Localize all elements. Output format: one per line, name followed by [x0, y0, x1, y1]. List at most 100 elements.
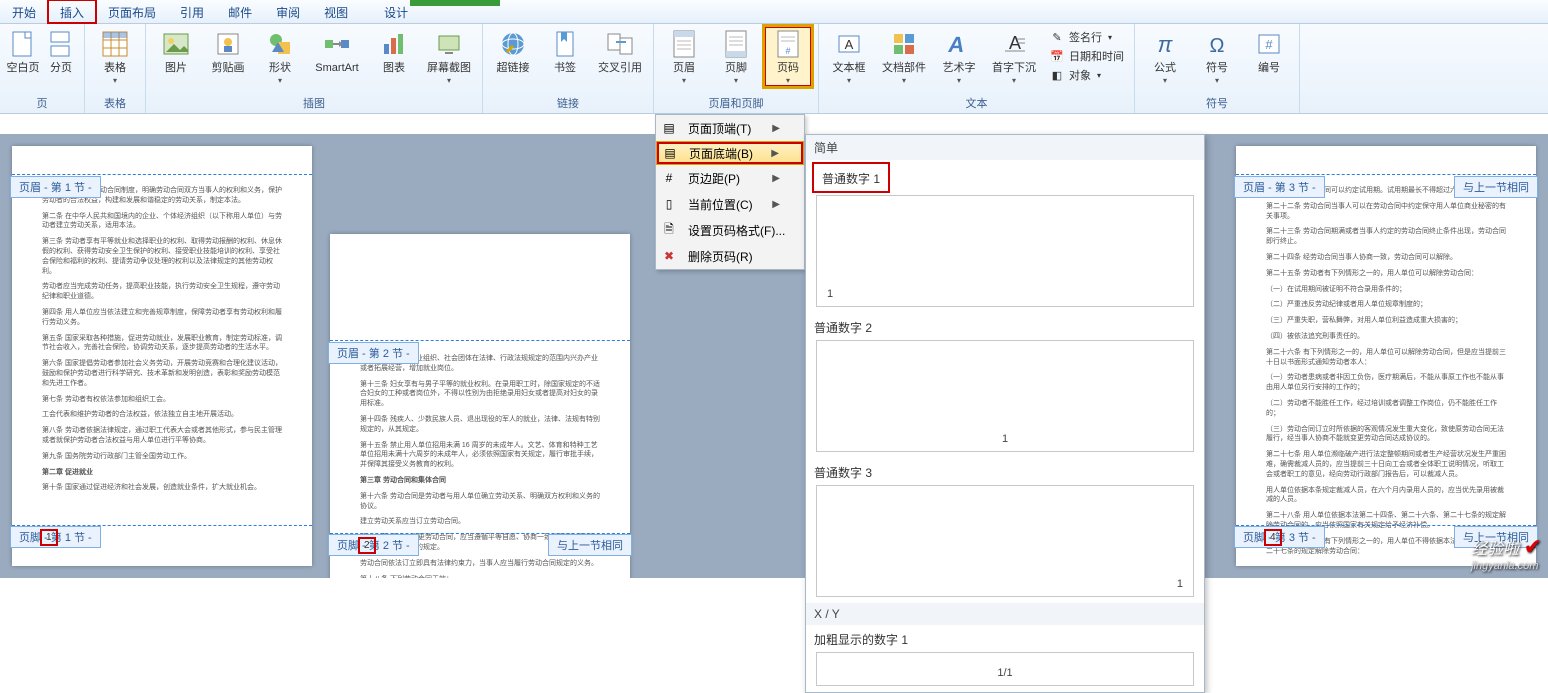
group-links: 超链接 书签 交叉引用 链接: [483, 24, 654, 113]
smartart-icon: [321, 28, 353, 60]
dropcap-button[interactable]: A首字下沉▾: [987, 26, 1041, 87]
gallery-label-plain3: 普通数字 3: [806, 458, 1204, 485]
chart-button[interactable]: 图表: [370, 26, 418, 76]
pagenumber-button[interactable]: #页码▾: [764, 26, 812, 87]
tab-view[interactable]: 视图: [312, 0, 360, 23]
header-boundary: [12, 174, 312, 175]
wordart-button[interactable]: A艺术字▾: [935, 26, 983, 87]
tab-design[interactable]: 设计: [372, 0, 420, 23]
object-icon: ◧: [1049, 67, 1065, 83]
gallery-option-plain3[interactable]: 1: [816, 485, 1194, 597]
equation-button[interactable]: π公式▾: [1141, 26, 1189, 87]
tab-mail[interactable]: 邮件: [216, 0, 264, 23]
screenshot-button[interactable]: 屏幕截图▾: [422, 26, 476, 87]
svg-text:A: A: [845, 37, 854, 52]
watermark: 经验啦 ✔ jingyanla.com: [1471, 534, 1542, 572]
signature-line-button[interactable]: ✎签名行▾: [1045, 28, 1128, 46]
gallery-option-plain2[interactable]: 1: [816, 340, 1194, 452]
blank-page-button[interactable]: 空白页: [6, 26, 40, 76]
signature-icon: ✎: [1049, 29, 1065, 45]
tab-review[interactable]: 审阅: [264, 0, 312, 23]
page3-number: 4: [1266, 531, 1280, 544]
svg-text:Ω: Ω: [1210, 35, 1225, 57]
submenu-arrow-icon: ▶: [772, 199, 786, 210]
hyperlink-button[interactable]: 超链接: [489, 26, 537, 76]
tab-references[interactable]: 引用: [168, 0, 216, 23]
page-top-icon: ▤: [656, 121, 682, 135]
screenshot-icon: [433, 28, 465, 60]
picture-button[interactable]: 图片: [152, 26, 200, 76]
gallery-label-bold1: 加粗显示的数字 1: [806, 625, 1204, 652]
group-symbols: π公式▾ Ω符号▾ #编号 符号: [1135, 24, 1300, 113]
ribbon-tabbar: 开始 插入 页面布局 引用 邮件 审阅 视图 设计: [0, 0, 1548, 24]
pagenumber-gallery: 简单 普通数字 1 1 普通数字 2 1 普通数字 3 1 X / Y 加粗显示…: [805, 134, 1205, 693]
current-position-icon: ▯: [656, 197, 682, 211]
footer-button[interactable]: 页脚▾: [712, 26, 760, 87]
menu-format-pagenumber[interactable]: 🗎设置页码格式(F)...: [656, 217, 804, 243]
pagenumber-icon: #: [772, 28, 804, 60]
page2-number: 2: [360, 539, 374, 552]
crossref-button[interactable]: 交叉引用: [593, 26, 647, 76]
textbox-button[interactable]: A文本框▾: [825, 26, 873, 87]
ribbon: 空白页 分页 页 表格▾ 表格 图片 剪贴画 形状▾ SmartArt 图表 屏…: [0, 24, 1548, 114]
group-illustrations: 图片 剪贴画 形状▾ SmartArt 图表 屏幕截图▾ 插图: [146, 24, 483, 113]
picture-icon: [160, 28, 192, 60]
group-label-hf: 页眉和页脚: [660, 93, 812, 113]
wordart-icon: A: [943, 28, 975, 60]
page-3: 页眉 - 第 3 节 - 与上一节相同 第二十一条 劳动合同可以约定试用期。试用…: [1236, 146, 1536, 566]
tab-layout[interactable]: 页面布局: [96, 0, 168, 23]
group-pages: 空白页 分页 页: [0, 24, 85, 113]
same-as-prev-3h[interactable]: 与上一节相同: [1454, 176, 1538, 198]
svg-text:π: π: [1158, 32, 1174, 57]
page1-body: 第一条 为了完善劳动合同制度，明确劳动合同双方当事人的权利和义务，保护劳动者的合…: [42, 186, 282, 493]
footer-icon: [720, 28, 752, 60]
same-as-prev-2[interactable]: 与上一节相同: [548, 534, 632, 556]
table-button[interactable]: 表格▾: [91, 26, 139, 87]
clipart-icon: [212, 28, 244, 60]
page-break-button[interactable]: 分页: [44, 26, 78, 76]
datetime-icon: 📅: [1049, 48, 1065, 64]
symbol-button[interactable]: Ω符号▾: [1193, 26, 1241, 87]
group-headerfooter: 页眉▾ 页脚▾ #页码▾ 页眉和页脚: [654, 24, 819, 113]
svg-text:A: A: [946, 32, 966, 57]
submenu-arrow-icon: ▶: [771, 148, 785, 159]
docparts-icon: [888, 28, 920, 60]
gallery-label-plain1: 普通数字 1: [814, 164, 888, 191]
gallery-label-plain2: 普通数字 2: [806, 313, 1204, 340]
header-tag-2[interactable]: 页眉 - 第 2 节 -: [328, 342, 419, 364]
bookmark-icon: [549, 28, 581, 60]
page-bottom-icon: ▤: [657, 146, 683, 160]
textbox-icon: A: [833, 28, 865, 60]
number-button[interactable]: #编号: [1245, 26, 1293, 76]
gallery-option-plain1[interactable]: 1: [816, 195, 1194, 307]
gallery-option-bold1[interactable]: 1/1: [816, 652, 1194, 686]
page3-body: 第二十一条 劳动合同可以约定试用期。试用期最长不得超过六个月。第二十二条 劳动合…: [1266, 186, 1506, 556]
header-tag-3[interactable]: 页眉 - 第 3 节 -: [1234, 176, 1325, 198]
menu-remove-pagenumber[interactable]: ✖删除页码(R): [656, 243, 804, 269]
page-margins-icon: #: [656, 171, 682, 185]
datetime-button[interactable]: 📅日期和时间: [1045, 47, 1128, 65]
menu-page-margins[interactable]: #页边距(P)▶: [656, 165, 804, 191]
smartart-button[interactable]: SmartArt: [308, 26, 366, 76]
group-label-illustrations: 插图: [152, 93, 476, 113]
tab-insert[interactable]: 插入: [48, 0, 96, 23]
equation-icon: π: [1149, 28, 1181, 60]
menu-current-position[interactable]: ▯当前位置(C)▶: [656, 191, 804, 217]
hyperlink-icon: [497, 28, 529, 60]
svg-text:#: #: [785, 46, 790, 56]
header-icon: [668, 28, 700, 60]
docparts-button[interactable]: 文档部件▾: [877, 26, 931, 87]
header-tag-1[interactable]: 页眉 - 第 1 节 -: [10, 176, 101, 198]
menu-page-top[interactable]: ▤页面顶端(T)▶: [656, 115, 804, 141]
header-boundary: [330, 340, 630, 341]
object-button[interactable]: ◧对象▾: [1045, 66, 1128, 84]
page-1: 页眉 - 第 1 节 - 第一条 为了完善劳动合同制度，明确劳动合同双方当事人的…: [12, 146, 312, 566]
header-button[interactable]: 页眉▾: [660, 26, 708, 87]
bookmark-button[interactable]: 书签: [541, 26, 589, 76]
tab-start[interactable]: 开始: [0, 0, 48, 23]
shapes-button[interactable]: 形状▾: [256, 26, 304, 87]
dropdown-icon: ▾: [113, 76, 117, 85]
menu-page-bottom[interactable]: ▤页面底端(B)▶: [656, 141, 804, 165]
clipart-button[interactable]: 剪贴画: [204, 26, 252, 76]
number-icon: #: [1253, 28, 1285, 60]
